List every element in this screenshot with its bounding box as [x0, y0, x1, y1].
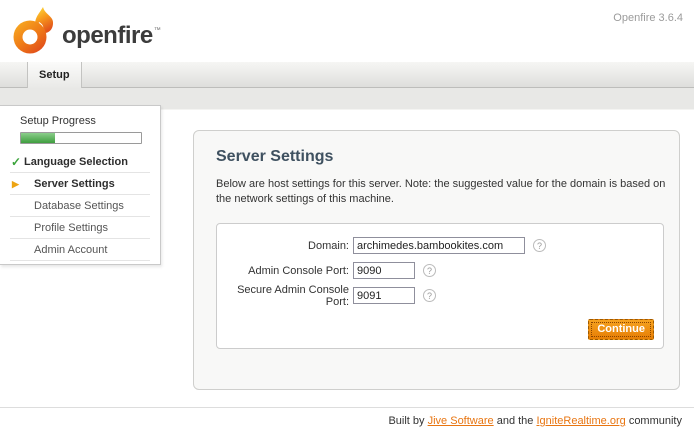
igniterealtime-link[interactable]: IgniteRealtime.org — [536, 415, 625, 427]
footer-text: and the — [497, 415, 534, 427]
help-icon[interactable] — [423, 264, 436, 277]
form-row-admin-port: Admin Console Port: — [217, 258, 663, 283]
page-description: Below are host settings for this server.… — [216, 177, 671, 207]
sidebar-item-server-settings[interactable]: ▶ Server Settings — [10, 173, 150, 195]
help-icon[interactable] — [533, 239, 546, 252]
tab-bar: Setup — [0, 62, 694, 88]
check-icon: ✓ — [11, 151, 21, 173]
setup-progress-sidebar: Setup Progress ✓ Language Selection ▶ Se… — [0, 105, 161, 265]
sidebar-item-language-selection[interactable]: ✓ Language Selection — [10, 151, 150, 173]
sidebar-item-label: Language Selection — [24, 156, 128, 168]
sidebar-item-label: Server Settings — [34, 178, 115, 190]
form-row-domain: Domain: — [217, 233, 663, 258]
server-settings-panel: Server Settings Below are host settings … — [193, 130, 680, 390]
sidebar-item-admin-account[interactable]: Admin Account — [10, 239, 150, 261]
footer-text: community — [629, 415, 682, 427]
arrow-right-icon: ▶ — [12, 173, 19, 195]
progress-bar — [20, 132, 142, 144]
version-label: Openfire 3.6.4 — [613, 12, 683, 24]
help-icon[interactable] — [423, 289, 436, 302]
progress-bar-fill — [21, 133, 55, 143]
footer-text: Built by — [388, 415, 424, 427]
logo-wordmark: openfire — [62, 22, 153, 50]
form-row-secure-port: Secure Admin Console Port: — [217, 283, 663, 308]
sidebar-item-label: Profile Settings — [34, 222, 108, 234]
openfire-flame-icon — [10, 6, 56, 56]
admin-port-input[interactable] — [353, 262, 415, 279]
openfire-logo: openfire™ — [10, 6, 161, 56]
sidebar-item-profile-settings[interactable]: Profile Settings — [10, 217, 150, 239]
footer-divider — [0, 407, 694, 408]
continue-button[interactable]: Continue — [588, 319, 654, 340]
domain-label: Domain: — [217, 240, 349, 252]
sidebar-item-database-settings[interactable]: Database Settings — [10, 195, 150, 217]
sidebar-title: Setup Progress — [20, 115, 160, 127]
sidebar-item-label: Database Settings — [34, 200, 124, 212]
secure-port-input[interactable] — [353, 287, 415, 304]
footer-credits: Built by Jive Software and the IgniteRea… — [388, 415, 682, 427]
domain-input[interactable] — [353, 237, 525, 254]
header: openfire™ Openfire 3.6.4 — [0, 0, 694, 62]
jive-software-link[interactable]: Jive Software — [428, 415, 494, 427]
admin-port-label: Admin Console Port: — [217, 265, 349, 277]
server-settings-form: Domain: Admin Console Port: Secure Admin… — [216, 223, 664, 349]
tab-setup[interactable]: Setup — [27, 62, 82, 88]
secure-port-label: Secure Admin Console Port: — [217, 284, 349, 308]
page-title: Server Settings — [216, 148, 679, 166]
sidebar-item-label: Admin Account — [34, 244, 107, 256]
setup-steps-list: ✓ Language Selection ▶ Server Settings D… — [0, 151, 160, 261]
trademark-symbol: ™ — [154, 27, 161, 34]
